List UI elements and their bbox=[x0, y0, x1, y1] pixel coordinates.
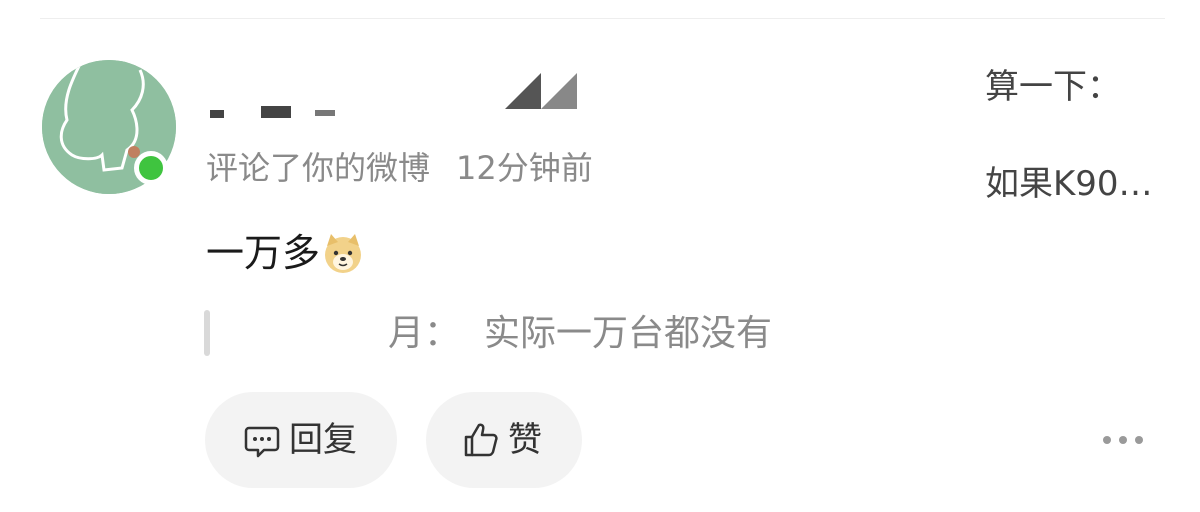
avatar[interactable] bbox=[42, 60, 176, 194]
online-status-dot bbox=[134, 151, 168, 185]
member-badge-icon bbox=[505, 73, 577, 109]
quote-bar bbox=[204, 310, 210, 356]
doge-emoji-icon bbox=[322, 232, 364, 274]
timestamp: 12分钟前 bbox=[456, 149, 593, 187]
reply-button[interactable]: 回复 bbox=[205, 392, 397, 488]
more-dots-icon[interactable] bbox=[1103, 432, 1143, 448]
notification-meta: 评论了你的微博 12分钟前 bbox=[206, 148, 593, 188]
reply-label: 回复 bbox=[289, 420, 357, 460]
comment-icon bbox=[243, 421, 281, 459]
action-text: 评论了你的微博 bbox=[206, 149, 431, 187]
quote-prefix: 月： bbox=[388, 313, 461, 354]
post-preview-line1[interactable]: 算一下： bbox=[985, 67, 1121, 107]
like-label: 赞 bbox=[508, 420, 542, 460]
top-divider bbox=[40, 18, 1165, 19]
quoted-comment[interactable]: 月： 实际一万台都没有 bbox=[388, 312, 772, 356]
username-obscured[interactable] bbox=[205, 96, 355, 122]
quote-text: 实际一万台都没有 bbox=[484, 313, 773, 354]
like-button[interactable]: 赞 bbox=[426, 392, 582, 488]
comment-text: 一万多 bbox=[206, 231, 321, 275]
thumbs-up-icon bbox=[462, 421, 500, 459]
post-preview-line2[interactable]: 如果K90… bbox=[985, 164, 1153, 204]
comment-body: 一万多 bbox=[206, 230, 364, 276]
